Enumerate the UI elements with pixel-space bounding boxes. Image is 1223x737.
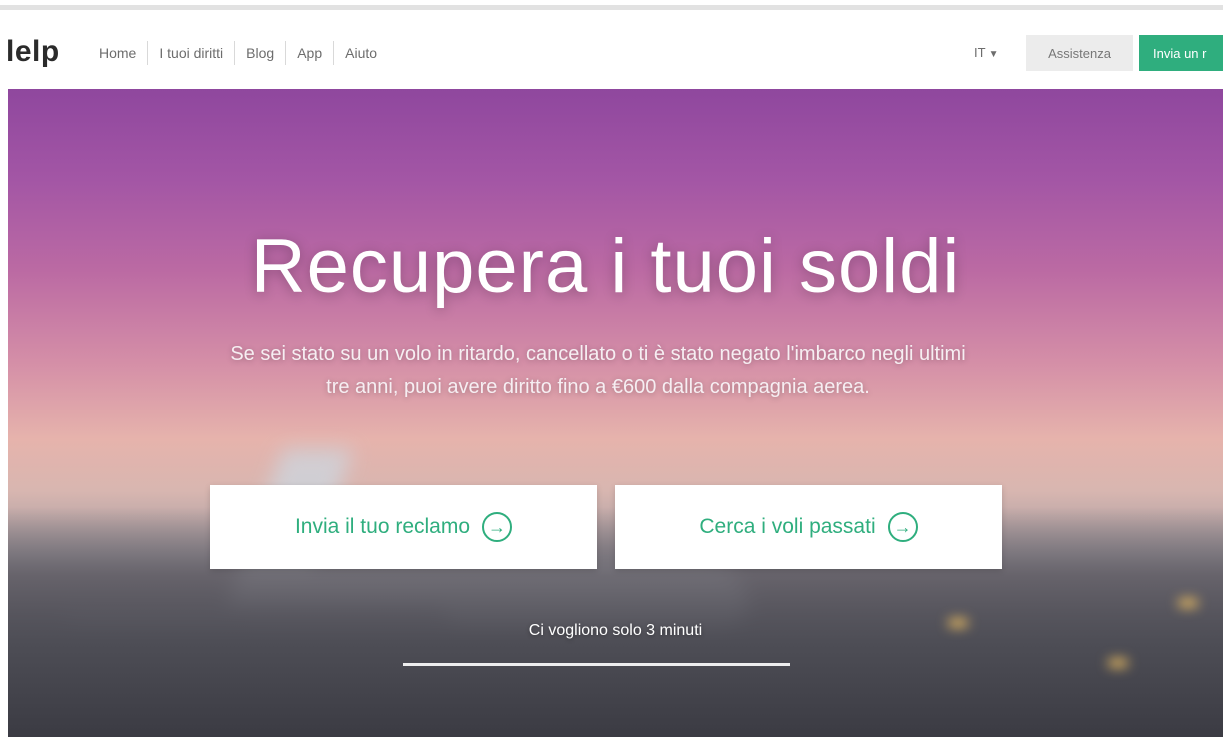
top-strip xyxy=(0,0,1223,10)
nav-rights[interactable]: I tuoi diritti xyxy=(147,41,234,65)
time-note: Ci vogliono solo 3 minuti xyxy=(528,622,703,639)
nav-app[interactable]: App xyxy=(285,41,333,65)
caret-down-icon: ▼ xyxy=(988,49,999,60)
hero-subtitle: Se sei stato su un volo in ritardo, canc… xyxy=(230,343,966,398)
divider-line xyxy=(403,663,790,666)
nav-help[interactable]: Aiuto xyxy=(333,41,388,65)
runway-lights xyxy=(8,599,1223,709)
main-nav: Home I tuoi diritti Blog App Aiuto xyxy=(88,41,388,65)
navbar: lelp Home I tuoi diritti Blog App Aiuto … xyxy=(0,15,1223,89)
language-label: IT xyxy=(974,45,986,60)
hero-section: Recupera i tuoi soldi Se sei stato su un… xyxy=(8,89,1223,737)
send-claim-button[interactable]: Invia un r xyxy=(1139,35,1223,71)
assistance-button[interactable]: Assistenza xyxy=(1026,35,1133,71)
arrow-right-circle-icon: → xyxy=(482,512,513,542)
search-past-flights-button[interactable]: Cerca i voli passati → xyxy=(615,485,1002,569)
nav-home[interactable]: Home xyxy=(88,41,147,65)
nav-blog[interactable]: Blog xyxy=(234,41,285,65)
search-past-flights-label: Cerca i voli passati xyxy=(699,515,876,538)
hero-title: Recupera i tuoi soldi xyxy=(250,224,961,309)
submit-claim-label: Invia il tuo reclamo xyxy=(294,515,471,538)
logo[interactable]: lelp xyxy=(6,35,60,69)
submit-claim-button[interactable]: Invia il tuo reclamo → xyxy=(210,485,597,569)
language-selector[interactable]: IT ▼ xyxy=(974,45,998,60)
arrow-right-circle-icon: → xyxy=(887,512,918,542)
